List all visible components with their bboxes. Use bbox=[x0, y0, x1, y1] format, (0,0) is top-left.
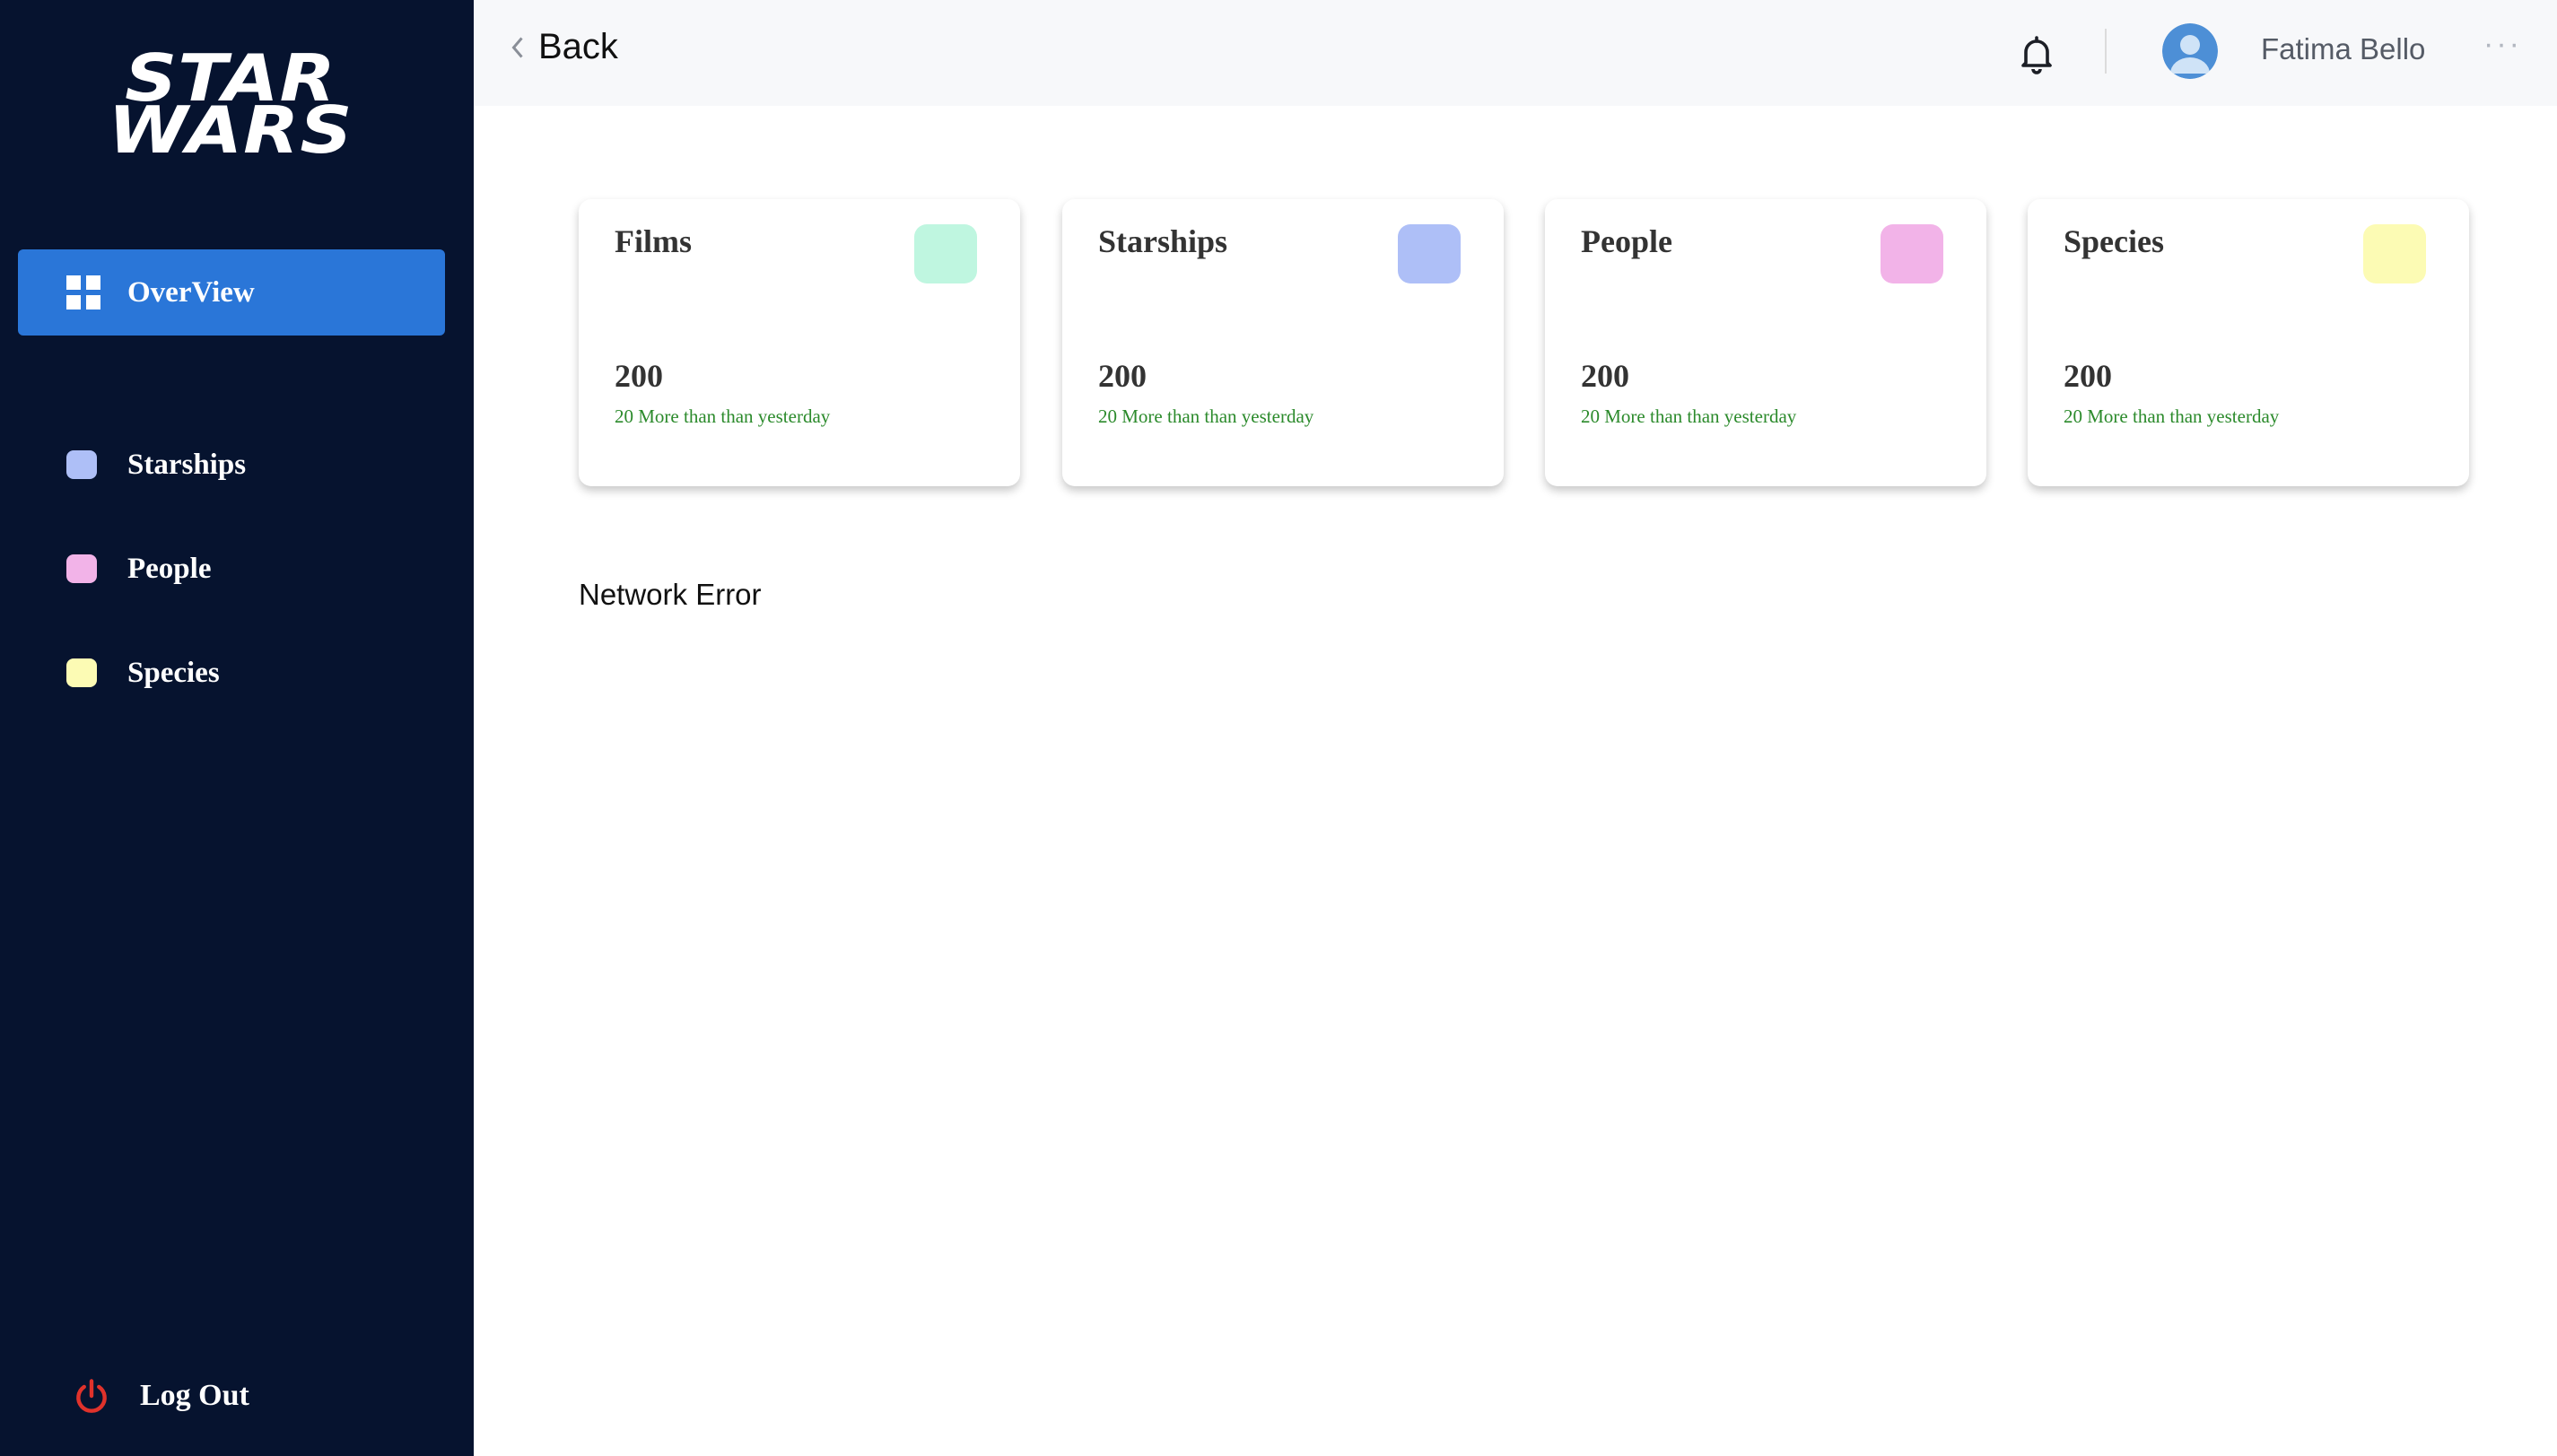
grid-icon bbox=[66, 275, 100, 310]
top-bar: Back Fatima Bello ··· bbox=[474, 0, 2557, 106]
card-title: Starships bbox=[1098, 223, 1228, 259]
stat-card-starships: Starships 200 20 More than than yesterda… bbox=[1062, 199, 1504, 486]
stat-card-films: Films 200 20 More than than yesterday bbox=[579, 199, 1020, 486]
people-color-icon bbox=[1881, 224, 1943, 283]
logout-label: Log Out bbox=[140, 1379, 249, 1412]
back-label: Back bbox=[538, 27, 618, 66]
sidebar-item-label: Starships bbox=[127, 448, 247, 481]
header-divider bbox=[2105, 29, 2107, 74]
card-delta: 20 More than than yesterday bbox=[1098, 405, 1314, 427]
logout-button[interactable]: Log Out bbox=[72, 1373, 249, 1419]
card-delta: 20 More than than yesterday bbox=[1581, 405, 1797, 427]
card-count: 200 bbox=[2064, 358, 2112, 394]
back-button[interactable]: Back bbox=[508, 27, 618, 67]
sidebar-item-starships[interactable]: Starships bbox=[66, 443, 246, 486]
sidebar-item-label: Species bbox=[127, 656, 220, 689]
bell-icon[interactable] bbox=[2015, 32, 2058, 75]
card-count: 200 bbox=[615, 358, 663, 394]
sidebar-item-overview[interactable]: OverView bbox=[18, 249, 445, 336]
sidebar-item-label: People bbox=[127, 552, 212, 585]
sidebar-item-people[interactable]: People bbox=[66, 547, 211, 590]
sidebar-item-label: OverView bbox=[127, 275, 255, 309]
films-color-icon bbox=[914, 224, 977, 283]
card-delta: 20 More than than yesterday bbox=[2064, 405, 2280, 427]
card-title: People bbox=[1581, 223, 1672, 259]
power-icon bbox=[76, 1379, 107, 1413]
card-title: Films bbox=[615, 223, 692, 259]
sidebar-item-species[interactable]: Species bbox=[66, 651, 220, 694]
error-message: Network Error bbox=[579, 578, 762, 611]
card-title: Species bbox=[2064, 223, 2164, 259]
user-name: Fatima Bello bbox=[2261, 32, 2426, 65]
card-count: 200 bbox=[1581, 358, 1629, 394]
species-color-icon bbox=[2363, 224, 2426, 283]
sidebar: STAR WARS OverView Starships People Spec… bbox=[0, 0, 474, 1456]
logo-line-2: WARS bbox=[108, 92, 353, 168]
avatar[interactable] bbox=[2162, 23, 2218, 79]
people-color-icon bbox=[66, 554, 97, 583]
star-wars-logo[interactable]: STAR WARS bbox=[108, 46, 352, 167]
species-color-icon bbox=[66, 658, 97, 687]
more-options-icon[interactable]: ··· bbox=[2483, 27, 2522, 62]
stat-card-people: People 200 20 More than than yesterday bbox=[1545, 199, 1986, 486]
card-count: 200 bbox=[1098, 358, 1147, 394]
chevron-left-icon bbox=[511, 37, 523, 57]
starships-color-icon bbox=[66, 450, 97, 479]
user-avatar-icon bbox=[2162, 23, 2218, 79]
starships-color-icon bbox=[1398, 224, 1461, 283]
card-delta: 20 More than than yesterday bbox=[615, 405, 831, 427]
stat-card-species: Species 200 20 More than than yesterday bbox=[2028, 199, 2469, 486]
